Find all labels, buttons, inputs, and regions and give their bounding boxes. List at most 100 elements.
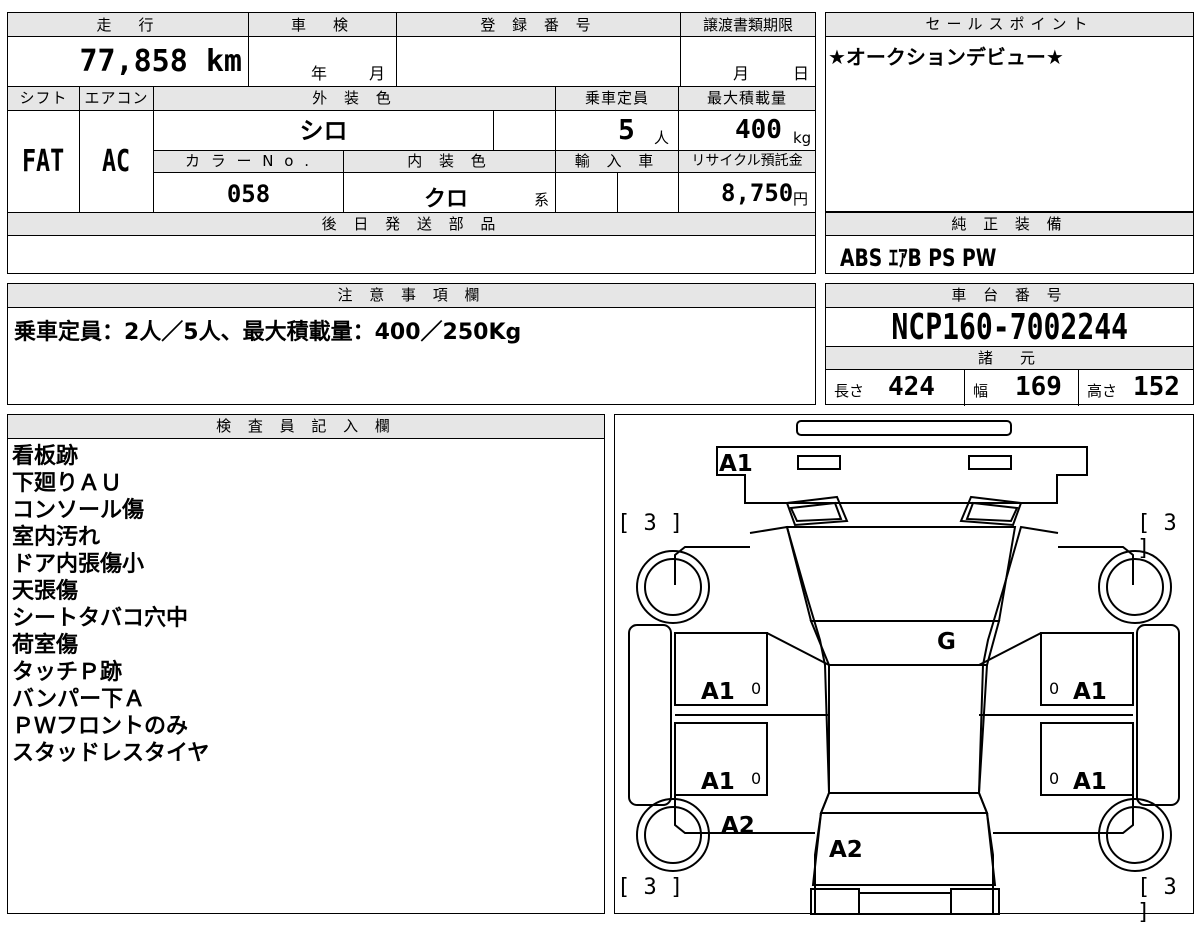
mark-zero-4: 0	[1049, 769, 1060, 788]
shaken-month: 月	[369, 64, 386, 83]
shaken-cell: 年 月	[248, 36, 397, 87]
spec-width-value: 169	[1015, 372, 1062, 402]
spec-length-value: 424	[888, 372, 935, 402]
recycle-unit: 円	[793, 190, 809, 208]
later-parts-block: 後 日 発 送 部 品	[7, 212, 816, 274]
mark-right-front-door: A1	[1073, 679, 1107, 705]
load-unit: kg	[793, 129, 812, 147]
exterior-extra-cell	[494, 111, 556, 151]
exterior-value-cell: シロ	[154, 111, 494, 151]
inspector-note: タッチＰ跡	[12, 660, 123, 685]
capacity-cell: 5 人	[556, 111, 679, 151]
interior-suffix: 系	[534, 191, 550, 209]
inspector-note: シートタバコ穴中	[12, 606, 189, 631]
mark-front: A1	[719, 451, 753, 477]
vehicle-info-table: 走 行 車 検 登 録 番 号 譲渡書類期限 77,858 km 年 月 月 日	[7, 12, 816, 87]
spec-width: 幅 169	[965, 370, 1079, 406]
shift-label: シフト	[8, 87, 80, 111]
tire-rear-left-tread: [ 3 ]	[617, 875, 684, 900]
color-no-cell: 058	[154, 173, 344, 212]
tire-front-right-tread: [ 3 ]	[1137, 511, 1177, 561]
specs-row: 長さ 424 幅 169 高さ 152	[826, 370, 1193, 406]
registration-value	[396, 36, 681, 87]
caution-text: 乗車定員：2人／5人、最大積載量：400／250Kg	[14, 320, 522, 345]
inspector-notes: 看板跡 下廻りＡＵ コンソール傷 室内汚れ ドア内張傷小 天張傷 シートタバコ穴中 荷室傷 タッ…	[8, 439, 604, 771]
import-cell-b	[618, 173, 679, 212]
inspector-note: ＰＷフロントのみ	[12, 714, 189, 739]
ac-value: AC	[102, 144, 131, 179]
mark-left-front-door: A1	[701, 679, 735, 705]
chassis-label: 車 台 番 号	[826, 284, 1193, 308]
load-cell: 400 kg	[679, 111, 815, 151]
spec-length: 長さ 424	[826, 370, 965, 406]
exterior-value: シロ	[299, 117, 348, 145]
ac-label: エアコン	[80, 87, 154, 111]
sales-point-text: ★オークションデビュー★	[828, 45, 1064, 69]
capacity-value: 5	[618, 113, 635, 146]
inspector-note: 下廻りＡＵ	[12, 471, 123, 496]
equipment-box: 純 正 装 備 ABS ｴｱB PS PW	[825, 212, 1194, 274]
color-no-value: 058	[226, 180, 271, 208]
mark-zero-2: 0	[1049, 679, 1060, 698]
spec-length-label: 長さ	[834, 382, 865, 400]
mark-glass: G	[937, 629, 956, 655]
tire-front-left-tread: [ 3 ]	[617, 511, 684, 536]
recycle-value: 8,750	[721, 179, 794, 207]
inspector-note: コンソール傷	[12, 498, 145, 523]
interior-label: 内 装 色	[344, 151, 556, 173]
mark-zero-1: 0	[751, 679, 762, 698]
deadline-cell: 月 日	[680, 36, 816, 87]
inspector-note: ドア内張傷小	[12, 552, 145, 577]
mark-zero-3: 0	[751, 769, 762, 788]
ac-cell: AC	[80, 111, 154, 212]
interior-cell: クロ 系	[344, 173, 556, 212]
mark-left-rear-fender: A2	[721, 813, 755, 839]
inspector-box: 検 査 員 記 入 欄 看板跡 下廻りＡＵ コンソール傷 室内汚れ ドア内張傷小 天張傷シ…	[7, 414, 605, 914]
inspector-note: 看板跡	[12, 444, 79, 469]
load-value: 400	[735, 115, 782, 145]
deadline-month: 月	[733, 64, 750, 83]
inspector-note: 室内汚れ	[12, 525, 101, 550]
tire-rear-right-tread: [ 3 ]	[1137, 875, 1177, 925]
interior-value: クロ	[424, 187, 469, 212]
capacity-label: 乗車定員	[556, 87, 679, 111]
inspector-note: バンパー下Ａ	[12, 687, 146, 712]
caution-label: 注 意 事 項 欄	[8, 284, 815, 308]
exterior-label: 外 装 色	[154, 87, 556, 111]
spec-height-label: 高さ	[1087, 382, 1118, 400]
mileage-value: 77,858 km	[79, 44, 242, 79]
inspector-label: 検 査 員 記 入 欄	[8, 415, 604, 439]
inspector-note: 天張傷	[12, 579, 79, 604]
recycle-label: リサイクル預託金	[679, 151, 815, 173]
equipment-text: ABS ｴｱB PS PW	[840, 244, 997, 272]
deadline-label: 譲渡書類期限	[680, 12, 816, 37]
mark-left-rear-door: A1	[701, 769, 735, 795]
spec-width-label: 幅	[973, 382, 989, 400]
spec-height: 高さ 152	[1079, 370, 1193, 406]
color-no-label: カ ラ ー N o .	[154, 151, 344, 173]
shaken-year: 年	[311, 64, 328, 83]
chassis-box: 車 台 番 号 NCP160-7002244 諸 元 長さ 424 幅 169 …	[825, 283, 1194, 406]
registration-label: 登 録 番 号	[396, 12, 681, 37]
later-parts-label: 後 日 発 送 部 品	[8, 213, 815, 236]
damage-diagram: A1 G A1 A1 A1 A1 A2 A2 0 0 0 0 [ 3 ] [ 3…	[614, 414, 1194, 925]
import-label: 輸 入 車	[556, 151, 679, 173]
spec-height-value: 152	[1133, 372, 1180, 402]
shift-value: FAT	[22, 144, 65, 179]
chassis-number: NCP160-7002244	[891, 307, 1128, 348]
deadline-day: 日	[793, 64, 810, 83]
shift-cell: FAT	[8, 111, 80, 212]
mark-right-rear-door: A1	[1073, 769, 1107, 795]
specs-label: 諸 元	[826, 347, 1193, 370]
equipment-label: 純 正 装 備	[826, 213, 1193, 236]
load-label: 最大積載量	[679, 87, 815, 111]
shaken-label: 車 検	[248, 12, 397, 37]
capacity-unit: 人	[654, 129, 670, 147]
caution-box: 注 意 事 項 欄 乗車定員：2人／5人、最大積載量：400／250Kg	[7, 283, 816, 405]
sales-point-label: セールスポイント	[826, 13, 1193, 37]
recycle-cell: 8,750 円	[679, 173, 815, 212]
inspector-note: 荷室傷	[12, 633, 79, 658]
sales-point-box: セールスポイント ★オークションデビュー★	[825, 12, 1194, 212]
car-outline-svg	[628, 420, 1180, 915]
mark-rear: A2	[829, 837, 863, 863]
